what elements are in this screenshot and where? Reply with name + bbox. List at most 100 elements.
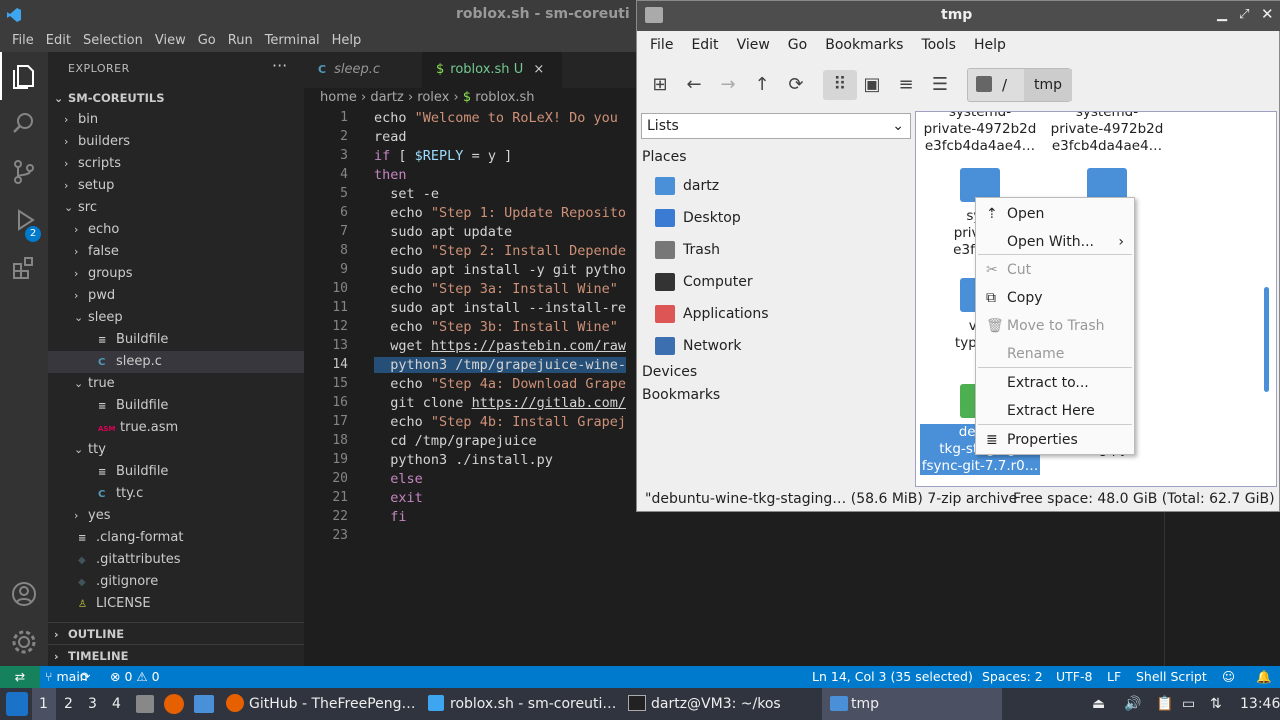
back-icon[interactable]: ← <box>679 70 709 100</box>
menu-view[interactable]: View <box>149 30 192 52</box>
crumb-rolex[interactable]: rolex <box>417 90 449 105</box>
close-tab-icon[interactable]: × <box>533 62 544 77</box>
scrollbar-thumb[interactable] <box>1264 287 1269 392</box>
place-applications[interactable]: Applications <box>655 305 769 323</box>
menu-file[interactable]: File <box>6 30 40 52</box>
place-trash[interactable]: Trash <box>655 241 720 259</box>
tree-item[interactable]: ≡ .clang-format <box>48 527 304 549</box>
tree-item[interactable]: › false <box>48 241 304 263</box>
fm-menu-view[interactable]: View <box>728 31 779 61</box>
code-line[interactable]: echo "Step 4b: Install Grapej <box>374 414 626 430</box>
code-line[interactable]: python3 ./install.py <box>374 452 553 468</box>
tree-item[interactable]: › setup <box>48 175 304 197</box>
workspace-2[interactable]: 2 <box>64 696 73 712</box>
file-manager-launcher-icon[interactable] <box>136 695 154 713</box>
code-line[interactable]: sudo apt update <box>374 224 512 240</box>
menu-edit[interactable]: Edit <box>40 30 77 52</box>
code-line[interactable]: cd /tmp/grapejuice <box>374 433 536 449</box>
task-terminal[interactable]: dartz@VM3: ~/kos <box>651 696 781 712</box>
code-line[interactable]: sudo apt install --install-re <box>374 300 626 316</box>
file-item-label[interactable]: systemd- private-4972b2d e3fcb4da4ae4… <box>1043 112 1171 155</box>
code-line[interactable]: echo "Step 2: Install Depende <box>374 243 626 259</box>
code-line[interactable]: git clone https://gitlab.com/ <box>374 395 626 411</box>
tree-item[interactable]: ◆ .gitattributes <box>48 549 304 571</box>
tab-sleep-c[interactable]: Csleep.c <box>304 52 422 88</box>
clock[interactable]: 13:46 <box>1240 696 1280 712</box>
explorer-icon[interactable] <box>10 62 38 90</box>
ctx-extract-to[interactable]: Extract to... <box>976 369 1134 397</box>
menu-terminal[interactable]: Terminal <box>259 30 326 52</box>
tree-item[interactable]: › builders <box>48 131 304 153</box>
side-pane-select[interactable]: Lists ⌄ <box>641 113 911 139</box>
code-line[interactable]: if [ $REPLY = y ] <box>374 148 512 164</box>
language-mode[interactable]: Shell Script <box>1136 669 1207 684</box>
ctx-move-to-trash[interactable]: 🗑 Move to Trash <box>976 312 1134 340</box>
crumb-home[interactable]: home <box>320 90 357 105</box>
notifications-icon[interactable]: 🔔 <box>1256 669 1272 685</box>
cursor-position[interactable]: Ln 14, Col 3 (35 selected) <box>812 669 973 684</box>
fm-menu-file[interactable]: File <box>641 31 682 61</box>
remote-icon[interactable]: ⇄ <box>0 666 40 688</box>
fm-menu-help[interactable]: Help <box>965 31 1015 61</box>
code-line[interactable]: echo "Step 3b: Install Wine" <box>374 319 618 335</box>
tree-item[interactable]: ⌄ sleep <box>48 307 304 329</box>
more-actions-icon[interactable]: ··· <box>272 56 287 75</box>
code-line[interactable]: fi <box>374 509 406 525</box>
ctx-open[interactable]: ⇡ Open <box>976 200 1134 228</box>
tree-item[interactable]: › pwd <box>48 285 304 307</box>
task-firefox[interactable]: GitHub - TheFreePeng… <box>249 696 416 712</box>
outline-section[interactable]: › OUTLINE <box>48 622 304 644</box>
tree-item[interactable]: Csleep.c <box>48 351 304 373</box>
maximize-icon[interactable]: ⤢ <box>1239 7 1249 22</box>
tray-update-icon[interactable]: ⏏ <box>1092 696 1105 712</box>
tree-item[interactable]: › echo <box>48 219 304 241</box>
settings-gear-icon[interactable] <box>10 628 38 656</box>
feedback-icon[interactable]: ☺ <box>1222 669 1235 684</box>
thumbnail-view-icon[interactable]: ▣ <box>857 70 887 100</box>
tree-item[interactable]: ≡ Buildfile <box>48 395 304 417</box>
tree-item[interactable]: › scripts <box>48 153 304 175</box>
code-line[interactable]: echo "Step 1: Update Reposito <box>374 205 626 221</box>
place-computer[interactable]: Computer <box>655 273 753 291</box>
tree-item[interactable]: ⌄ tty <box>48 439 304 461</box>
fm-menu-bookmarks[interactable]: Bookmarks <box>816 31 912 61</box>
code-line[interactable]: set -e <box>374 186 439 202</box>
tree-item[interactable]: › groups <box>48 263 304 285</box>
tree-item[interactable]: › bin <box>48 109 304 131</box>
clipboard-icon[interactable]: 📋 <box>1156 696 1173 712</box>
workspace-4[interactable]: 4 <box>112 696 121 712</box>
indentation[interactable]: Spaces: 2 <box>982 669 1043 684</box>
ctx-copy[interactable]: ⧉ Copy <box>976 284 1134 312</box>
place-desktop[interactable]: Desktop <box>655 209 741 227</box>
menu-selection[interactable]: Selection <box>77 30 149 52</box>
tree-item[interactable]: Ctty.c <box>48 483 304 505</box>
path-root[interactable]: / <box>1002 76 1007 94</box>
tree-item[interactable]: ≡ Buildfile <box>48 329 304 351</box>
new-tab-icon[interactable]: ⊞ <box>645 70 675 100</box>
network-tray-icon[interactable]: ⇅ <box>1210 696 1222 712</box>
code-line[interactable]: else <box>374 471 423 487</box>
run-debug-icon[interactable] <box>10 206 38 234</box>
ctx-cut[interactable]: ✂ Cut <box>976 256 1134 284</box>
task-tmp[interactable]: tmp <box>851 696 879 712</box>
compact-view-icon[interactable]: ≡ <box>891 70 921 100</box>
crumb-dartz[interactable]: dartz <box>370 90 403 105</box>
extensions-icon[interactable] <box>10 254 38 282</box>
up-icon[interactable]: ↑ <box>747 70 777 100</box>
code-line[interactable]: python3 /tmp/grapejuice-wine- <box>374 357 626 373</box>
path-root-icon[interactable] <box>976 76 992 92</box>
code-line[interactable]: wget https://pastebin.com/raw <box>374 338 626 354</box>
code-line[interactable]: read <box>374 129 407 145</box>
menu-go[interactable]: Go <box>192 30 222 52</box>
fm-menu-go[interactable]: Go <box>779 31 816 61</box>
icon-view-icon[interactable]: ⠿ <box>823 70 857 100</box>
ctx-rename[interactable]: Rename <box>976 340 1134 368</box>
workspace-3[interactable]: 3 <box>88 696 97 712</box>
minimize-icon[interactable]: ▁ <box>1217 7 1227 22</box>
accounts-icon[interactable] <box>10 580 38 608</box>
desktop-launcher-icon[interactable] <box>194 695 214 713</box>
ctx-extract-here[interactable]: Extract Here <box>976 397 1134 425</box>
code-line[interactable]: exit <box>374 490 423 506</box>
tab-roblox-sh[interactable]: $ roblox.sh U × <box>422 52 562 88</box>
code-line[interactable]: echo "Welcome to RoLeX! Do you <box>374 110 618 126</box>
